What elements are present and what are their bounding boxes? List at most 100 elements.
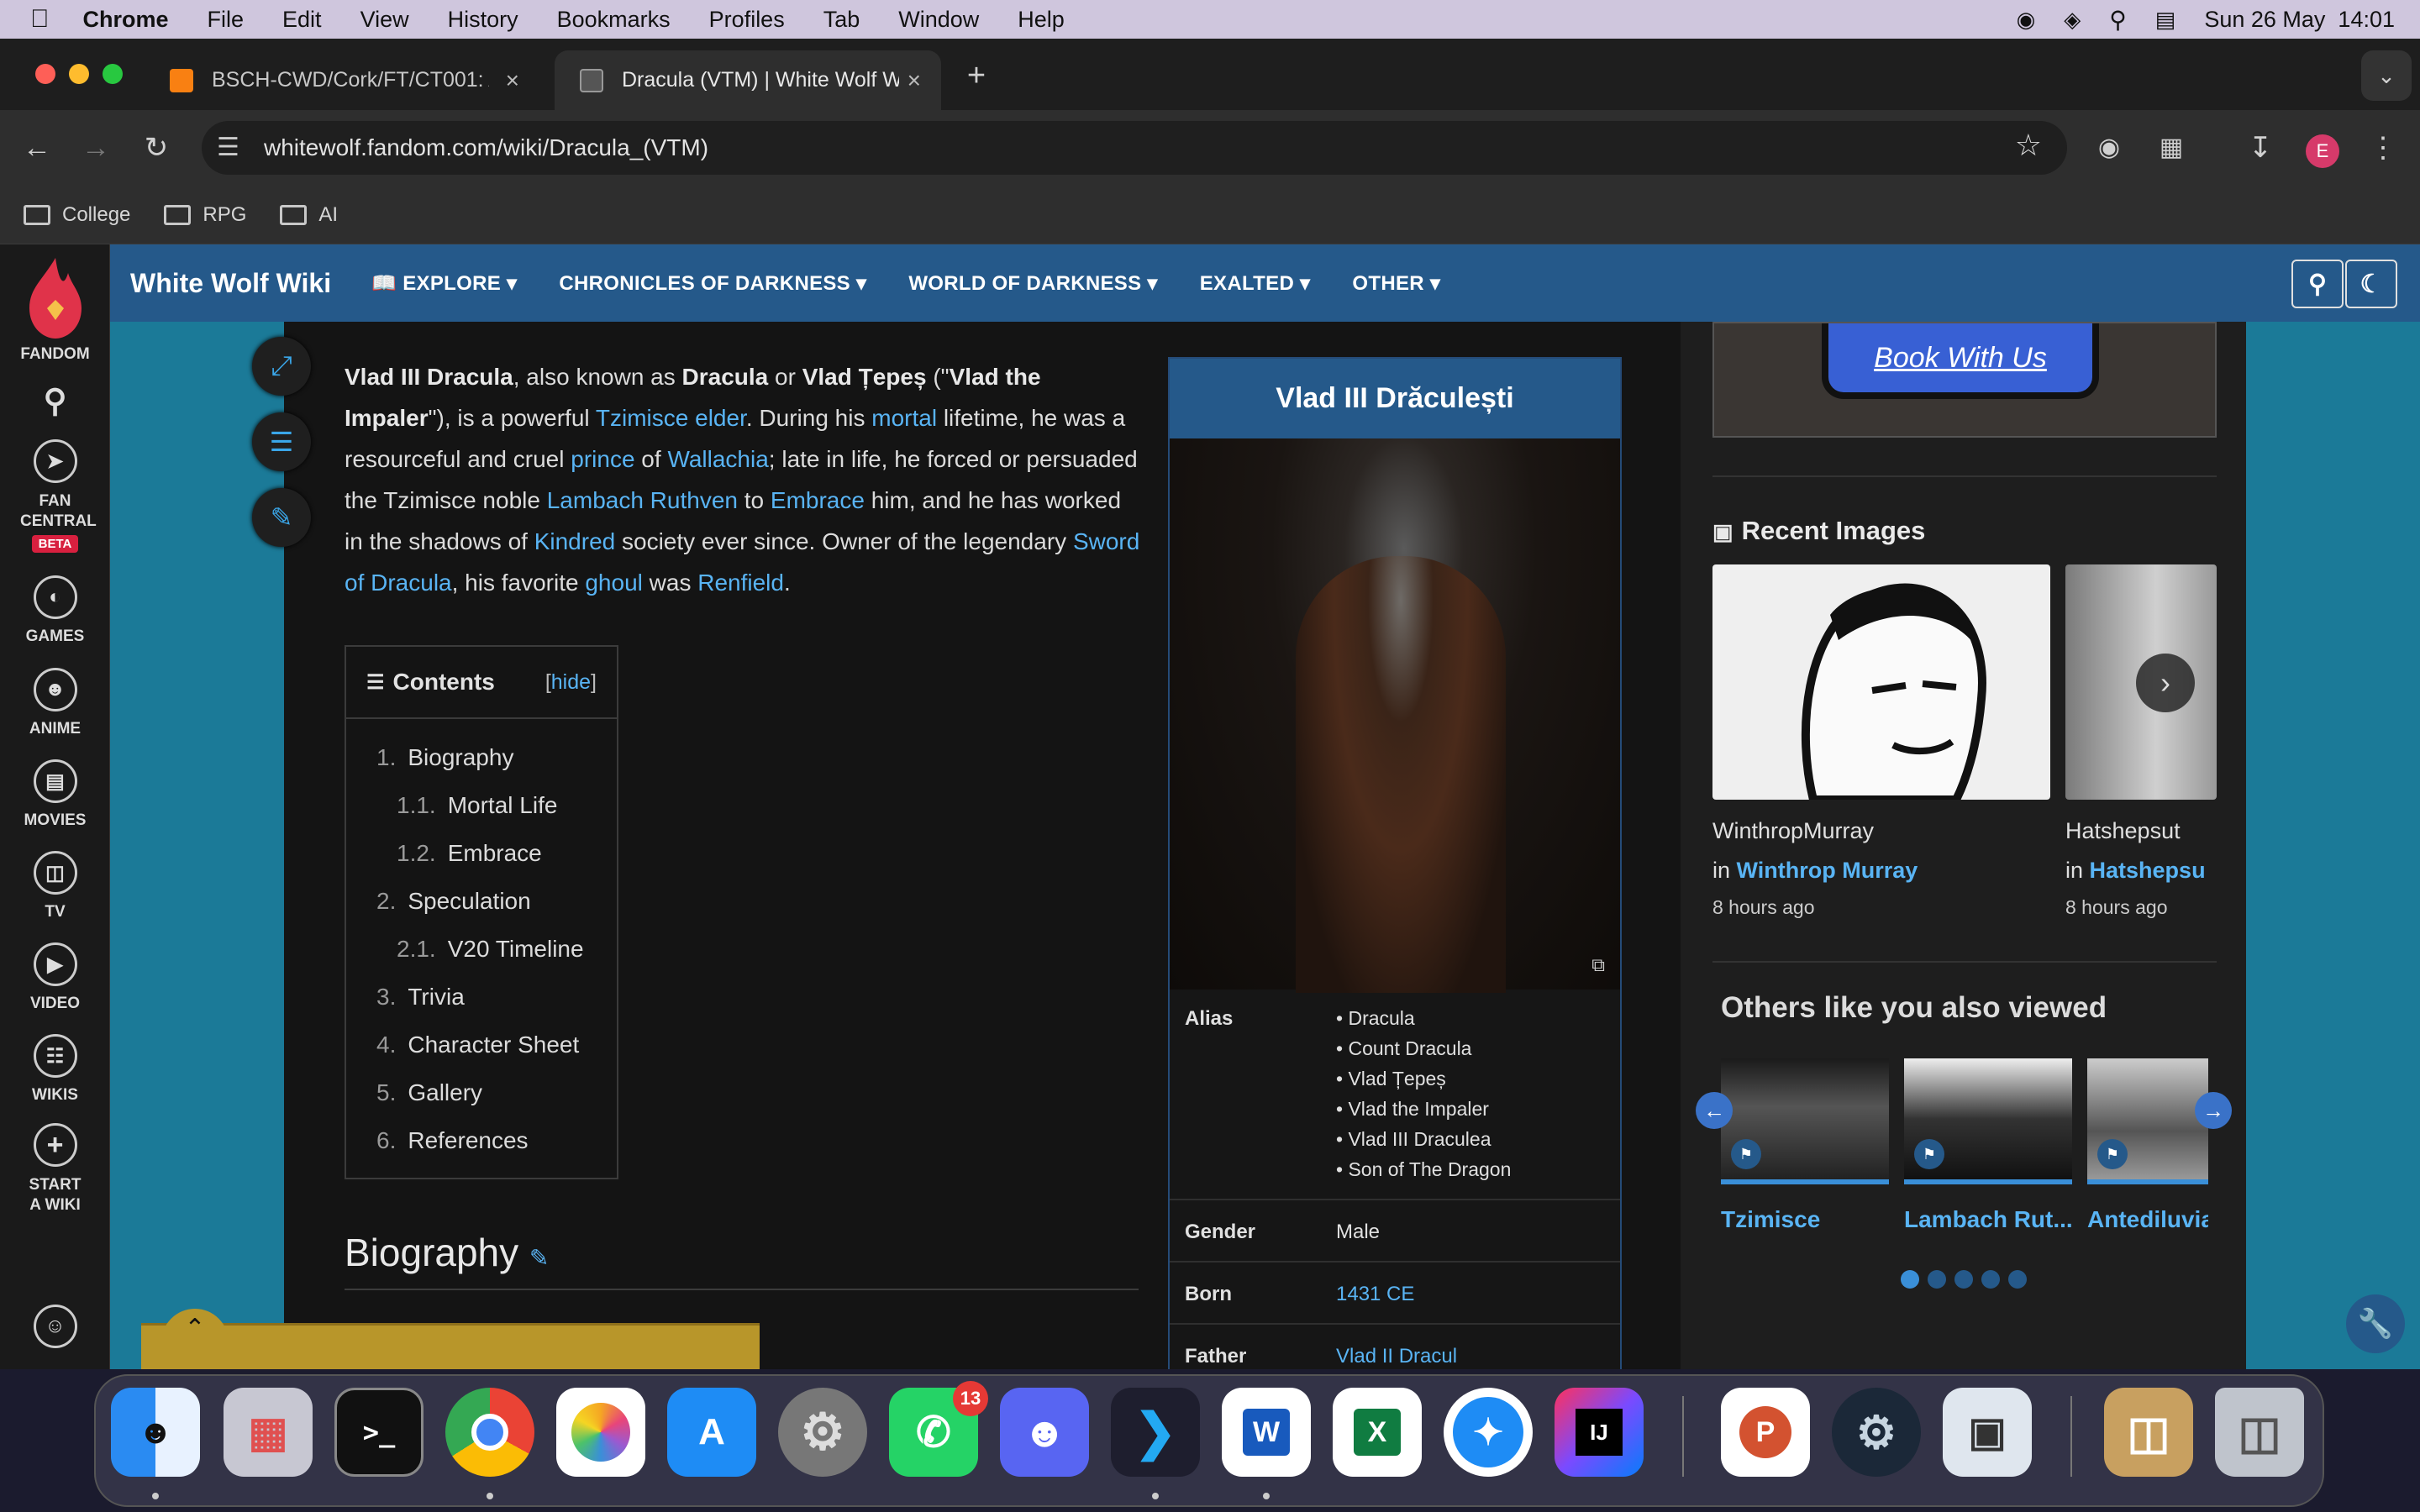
spotlight-search-icon[interactable]: ⚲ bbox=[2109, 6, 2127, 34]
fandom-logo[interactable]: FANDOM bbox=[0, 256, 110, 364]
menu-tab[interactable]: Tab bbox=[823, 7, 860, 33]
nav-exalted[interactable]: EXALTED ▾ bbox=[1200, 271, 1311, 296]
related-thumb-antediluvians[interactable]: ⚑ bbox=[2087, 1058, 2208, 1184]
bookmark-folder-college[interactable]: College bbox=[24, 203, 130, 227]
link-embrace[interactable]: Embrace bbox=[771, 487, 865, 513]
new-tab-icon[interactable]: + bbox=[951, 50, 1002, 101]
dock-app-store[interactable]: A bbox=[667, 1388, 756, 1477]
recent-image-page-link[interactable]: Winthrop Murray bbox=[1737, 858, 1918, 883]
menu-file[interactable]: File bbox=[208, 7, 245, 33]
close-tab-icon[interactable]: × bbox=[908, 67, 921, 94]
site-info-icon[interactable]: ☰ bbox=[217, 133, 239, 162]
dock-preview[interactable]: ▣ bbox=[1943, 1388, 2032, 1477]
recent-image-thumb[interactable] bbox=[1712, 564, 2050, 800]
rail-start-wiki[interactable]: + START A WIKI bbox=[0, 1123, 110, 1215]
toc-item-mortal-life[interactable]: 1.1. Mortal Life bbox=[397, 792, 557, 819]
admin-tools-button[interactable]: 🔧 bbox=[2346, 1294, 2405, 1353]
rail-account[interactable]: ☺ bbox=[0, 1305, 110, 1357]
dock-finder[interactable]: ☻ bbox=[111, 1388, 200, 1477]
link-mortal[interactable]: mortal bbox=[871, 405, 937, 431]
dock-safari[interactable]: ✦ bbox=[1444, 1388, 1533, 1477]
menu-app-name[interactable]: Chrome bbox=[83, 7, 169, 33]
expand-image-icon[interactable]: ⧉ bbox=[1591, 954, 1605, 976]
dock-launchpad[interactable]: ▦ bbox=[224, 1388, 313, 1477]
nav-world-of-darkness[interactable]: WORLD OF DARKNESS ▾ bbox=[908, 271, 1157, 296]
nav-other[interactable]: OTHER ▾ bbox=[1352, 271, 1440, 296]
rail-anime[interactable]: ☻ ANIME bbox=[0, 668, 110, 738]
carousel-dot[interactable] bbox=[1928, 1270, 1946, 1289]
zoom-window-button[interactable] bbox=[103, 64, 123, 84]
toc-item-character-sheet[interactable]: 4. Character Sheet bbox=[376, 1032, 579, 1058]
address-bar[interactable]: ☰ whitewolf.fandom.com/wiki/Dracula_(VTM… bbox=[202, 121, 2067, 175]
wiki-search-button[interactable]: ⚲ bbox=[2291, 260, 2344, 308]
menu-window[interactable]: Window bbox=[898, 7, 979, 33]
clock[interactable]: Sun 26 May 14:01 bbox=[2204, 7, 2395, 33]
menu-bookmarks[interactable]: Bookmarks bbox=[557, 7, 671, 33]
bottom-toolbar-collapsed[interactable]: ⌃ bbox=[141, 1309, 760, 1369]
menu-help[interactable]: Help bbox=[1018, 7, 1065, 33]
related-title[interactable]: Antediluvia bbox=[2087, 1206, 2208, 1233]
extension-spy-icon[interactable]: ◉ bbox=[2084, 123, 2134, 173]
dock-whatsapp[interactable]: ✆ 13 bbox=[889, 1381, 988, 1477]
back-icon[interactable]: ← bbox=[12, 123, 62, 173]
link-ghoul[interactable]: ghoul bbox=[585, 570, 643, 596]
reload-icon[interactable]: ↻ bbox=[131, 123, 182, 173]
extensions-puzzle-icon[interactable]: ▦ bbox=[2146, 123, 2196, 173]
control-center-icon[interactable]: ▤ bbox=[2155, 7, 2176, 33]
link-renfield[interactable]: Renfield bbox=[697, 570, 784, 596]
related-title[interactable]: Lambach Rut... bbox=[1904, 1206, 2072, 1233]
menu-edit[interactable]: Edit bbox=[282, 7, 322, 33]
tab-dracula[interactable]: Dracula (VTM) | White Wolf W × bbox=[555, 50, 941, 110]
dock-system-settings[interactable]: ⚙ bbox=[778, 1388, 867, 1477]
dock-vscode[interactable]: ❯ bbox=[1111, 1388, 1200, 1477]
forward-icon[interactable]: → bbox=[71, 123, 121, 173]
close-tab-icon[interactable]: × bbox=[506, 67, 519, 94]
nav-chronicles-of-darkness[interactable]: CHRONICLES OF DARKNESS ▾ bbox=[559, 271, 866, 296]
dock-installer[interactable]: ◫ bbox=[2104, 1388, 2193, 1477]
menu-profiles[interactable]: Profiles bbox=[709, 7, 785, 33]
next-images-button[interactable]: › bbox=[2136, 654, 2195, 712]
chrome-menu-icon[interactable]: ⋮ bbox=[2358, 123, 2408, 173]
carousel-next-button[interactable]: → bbox=[2195, 1092, 2232, 1129]
dock-excel[interactable]: X bbox=[1333, 1388, 1422, 1477]
carousel-dot[interactable] bbox=[1981, 1270, 2000, 1289]
toc-item-biography[interactable]: 1. Biography bbox=[376, 744, 513, 771]
dock-discord[interactable]: ☻ bbox=[1000, 1388, 1089, 1477]
toc-item-trivia[interactable]: 3. Trivia bbox=[376, 984, 465, 1011]
bottom-toolbar-toggle[interactable]: ⌃ bbox=[161, 1309, 229, 1349]
theme-toggle-button[interactable]: ☾ bbox=[2345, 260, 2397, 308]
dock-photos[interactable] bbox=[556, 1388, 645, 1477]
dock-powerpoint[interactable]: P bbox=[1721, 1388, 1810, 1477]
dock-intellij[interactable]: IJ bbox=[1555, 1388, 1644, 1477]
tab-search-icon[interactable]: ⌄ bbox=[2361, 50, 2412, 101]
dock-chrome[interactable] bbox=[445, 1388, 534, 1477]
related-title[interactable]: Tzimisce bbox=[1721, 1206, 1889, 1233]
rail-wikis[interactable]: ☷ WIKIS bbox=[0, 1034, 110, 1105]
dock-terminal[interactable]: >_ bbox=[334, 1388, 424, 1477]
menu-history[interactable]: History bbox=[448, 7, 518, 33]
rail-search[interactable]: ⚲ bbox=[0, 379, 110, 431]
rail-games[interactable]: ◐ GAMES bbox=[0, 575, 110, 646]
menu-view[interactable]: View bbox=[360, 7, 409, 33]
carousel-prev-button[interactable]: ← bbox=[1696, 1092, 1733, 1129]
link-lambach-ruthven[interactable]: Lambach Ruthven bbox=[547, 487, 738, 513]
apple-icon[interactable]:  bbox=[30, 5, 50, 34]
rail-video[interactable]: ▶ VIDEO bbox=[0, 942, 110, 1013]
screen-share-icon[interactable]: ◉ bbox=[2017, 7, 2036, 33]
toc-item-embrace[interactable]: 1.2. Embrace bbox=[397, 840, 542, 867]
related-thumb-lambach[interactable]: ⚑ bbox=[1904, 1058, 2072, 1184]
bookmark-folder-ai[interactable]: AI bbox=[280, 203, 338, 227]
nav-explore[interactable]: 📖 EXPLORE ▾ bbox=[371, 271, 517, 296]
toc-hide-toggle[interactable]: [hide] bbox=[545, 670, 597, 695]
toc-item-v20-timeline[interactable]: 2.1. V20 Timeline bbox=[397, 936, 584, 963]
tab-moodle[interactable]: BSCH-CWD/Cork/FT/CT001: A × bbox=[145, 50, 539, 110]
toc-item-references[interactable]: 6. References bbox=[376, 1127, 529, 1154]
rail-fan-central[interactable]: ➤ FAN CENTRAL BETA bbox=[0, 439, 110, 553]
downloads-icon[interactable]: ↧ bbox=[2235, 123, 2286, 173]
close-window-button[interactable] bbox=[35, 64, 55, 84]
fullscreen-toggle-button[interactable]: ⤢ bbox=[252, 337, 311, 396]
bookmark-folder-rpg[interactable]: RPG bbox=[164, 203, 246, 227]
link-prince[interactable]: prince bbox=[571, 446, 634, 472]
related-thumb-tzimisce[interactable]: ⚑ bbox=[1721, 1058, 1889, 1184]
profile-avatar[interactable]: E bbox=[2297, 123, 2348, 173]
